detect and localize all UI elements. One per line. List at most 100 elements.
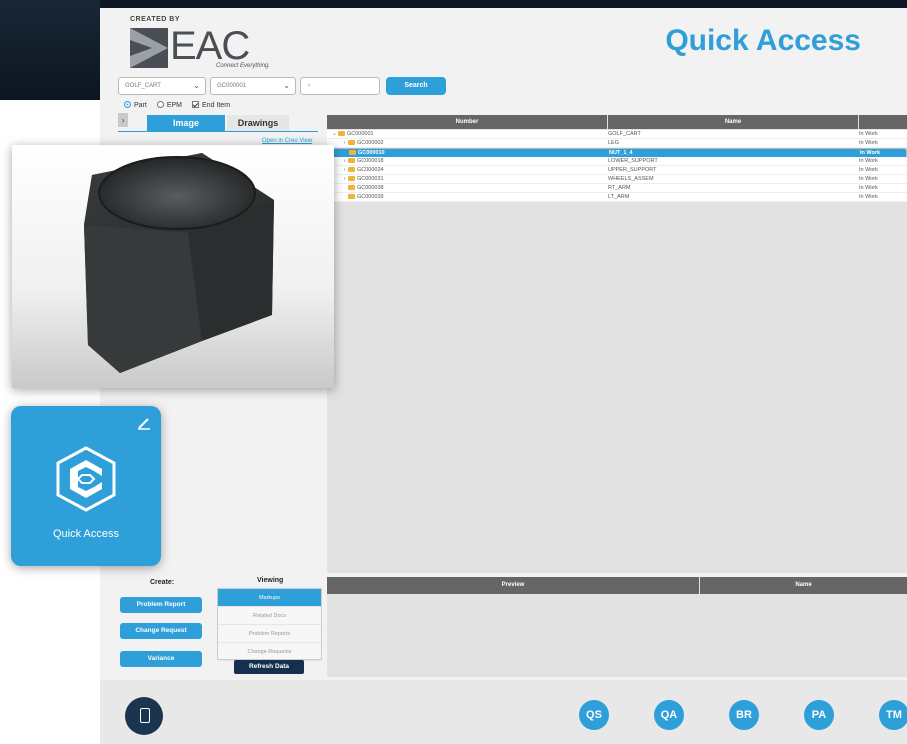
cell-number-text: GC000018 — [357, 158, 384, 164]
table-row[interactable]: › GC000002 LEG In Work — [327, 139, 907, 148]
eac-logo-mark-icon — [130, 28, 168, 68]
column-header-name[interactable]: Name — [608, 115, 858, 129]
mobile-device-icon[interactable] — [125, 697, 163, 735]
cell-number: GC000038 — [327, 185, 384, 191]
nav-br-button[interactable]: BR — [729, 700, 759, 730]
folder-icon — [348, 158, 355, 163]
cell-number-text: GC000038 — [357, 185, 384, 191]
column-header-preview-name[interactable]: Name — [700, 577, 907, 594]
viewing-item-change-requests[interactable]: Change Requests — [218, 643, 321, 661]
folder-icon — [349, 150, 356, 155]
cell-number: ⌄ GC000001 — [327, 131, 374, 137]
cell-number: › GC000002 — [327, 140, 384, 146]
cell-name: WHEELS_ASSEM — [608, 176, 654, 182]
cell-number: › GC000031 — [327, 176, 384, 182]
cell-state: In Work — [859, 131, 878, 137]
table-row[interactable]: GC000038 RT_ARM In Work — [327, 184, 907, 193]
cell-state: In Work — [859, 140, 878, 146]
cell-state: In Work — [859, 167, 878, 173]
cell-name: RT_ARM — [608, 185, 631, 191]
cell-name: LEG — [608, 140, 620, 146]
column-header-number[interactable]: Number — [327, 115, 607, 129]
cell-name: LOWER_SUPPORT — [608, 158, 658, 164]
epm-option[interactable]: EPM — [156, 101, 183, 109]
logo-tagline: Connect Everything. — [216, 63, 271, 69]
cell-name: NUT_1_4 — [609, 150, 633, 156]
collapse-panel-button[interactable]: › — [118, 113, 128, 127]
page-title: Quick Access — [665, 24, 861, 57]
folder-icon — [338, 131, 345, 136]
logo-created-by: CREATED BY — [130, 16, 180, 23]
folder-icon — [348, 140, 355, 145]
category-select-value: GOLF_CART — [125, 83, 161, 89]
end-item-option[interactable]: End Item — [192, 101, 230, 109]
nav-qs-button[interactable]: QS — [579, 700, 609, 730]
chevron-right-icon[interactable]: › — [341, 158, 348, 164]
cell-state: In Work — [859, 185, 878, 191]
lightbulb-icon: ♀ — [307, 83, 312, 89]
table-row[interactable]: GC000039 LT_ARM In Work — [327, 193, 907, 202]
search-button[interactable]: Search — [386, 77, 446, 95]
part-option[interactable]: Part — [124, 101, 147, 109]
cell-number: › GC000018 — [327, 158, 384, 164]
type-filter-row: Part EPM End Item — [124, 101, 230, 109]
variance-button[interactable]: Variance — [120, 651, 202, 667]
chevron-right-icon[interactable]: › — [341, 176, 348, 182]
structure-table: Number Name ⌄ GC000001 GOLF_CART In Work › GC… — [327, 115, 907, 573]
quick-access-hex-icon — [56, 446, 116, 512]
viewing-label: Viewing — [257, 577, 284, 584]
tab-image[interactable]: Image — [147, 115, 225, 131]
tab-drawings[interactable]: Drawings — [227, 115, 289, 131]
open-creo-view-link[interactable]: Open in Creo View — [262, 138, 312, 144]
chevron-right-icon[interactable]: › — [341, 140, 348, 146]
table-row[interactable]: ⌄ GC000001 GOLF_CART In Work — [327, 130, 907, 139]
problem-report-button[interactable]: Problem Report — [120, 597, 202, 613]
create-label: Create: — [150, 579, 175, 586]
table-row[interactable]: › GC000018 LOWER_SUPPORT In Work — [327, 157, 907, 166]
part-option-label: Part — [134, 102, 147, 109]
refresh-data-button[interactable]: Refresh Data — [234, 660, 304, 674]
radio-icon — [124, 101, 131, 108]
chevron-down-icon[interactable]: ⌄ — [331, 131, 338, 137]
part-3d-image — [12, 145, 334, 388]
quick-access-tile[interactable]: Quick Access — [11, 406, 161, 566]
checkbox-icon — [192, 101, 200, 108]
cell-number: GC000010 — [328, 150, 385, 156]
nav-qa-button[interactable]: QA — [654, 700, 684, 730]
column-header-state[interactable] — [859, 115, 907, 129]
radio-icon — [156, 101, 164, 108]
table-row[interactable]: › GC000024 UPPER_SUPPORT In Work — [327, 166, 907, 175]
chevron-right-icon[interactable]: › — [341, 167, 348, 173]
preview-table: Preview Name — [327, 577, 907, 677]
chevron-down-icon: ⌄ — [283, 81, 290, 90]
eac-logo: CREATED BY EAC Connect Everything. — [128, 14, 288, 69]
pencil-icon[interactable] — [137, 416, 151, 430]
nav-pa-button[interactable]: PA — [804, 700, 834, 730]
cell-number-text: GC000039 — [357, 194, 384, 200]
viewing-item-related-docs[interactable]: Related Docs — [218, 607, 321, 625]
viewing-list: Markups Related Docs Problem Reports Cha… — [217, 588, 322, 661]
cell-state: In Work — [859, 194, 878, 200]
cell-state: In Work — [859, 176, 878, 182]
column-header-preview[interactable]: Preview — [327, 577, 699, 594]
viewing-item-markups[interactable]: Markups — [218, 589, 321, 607]
cell-number-text: GC000001 — [347, 131, 374, 137]
viewing-item-problem-reports[interactable]: Problem Reports — [218, 625, 321, 643]
cell-name: UPPER_SUPPORT — [608, 167, 657, 173]
cell-state: In Work — [860, 150, 881, 156]
hex-nut-render — [84, 153, 274, 373]
epm-option-label: EPM — [166, 102, 183, 109]
tab-divider — [118, 131, 318, 132]
cell-name: LT_ARM — [608, 194, 630, 200]
cell-number-text: GC000024 — [357, 167, 384, 173]
cell-number: › GC000024 — [327, 167, 384, 173]
quick-access-tile-label: Quick Access — [52, 528, 120, 540]
change-request-button[interactable]: Change Request — [120, 623, 202, 639]
nav-tm-button[interactable]: TM — [879, 700, 907, 730]
number-select[interactable]: GC000001 ⌄ — [210, 77, 296, 95]
folder-icon — [348, 176, 355, 181]
category-select[interactable]: GOLF_CART ⌄ — [118, 77, 206, 95]
lookup-input[interactable]: ♀ — [300, 77, 380, 95]
table-row[interactable]: › GC000031 WHEELS_ASSEM In Work — [327, 175, 907, 184]
folder-icon — [348, 185, 355, 190]
